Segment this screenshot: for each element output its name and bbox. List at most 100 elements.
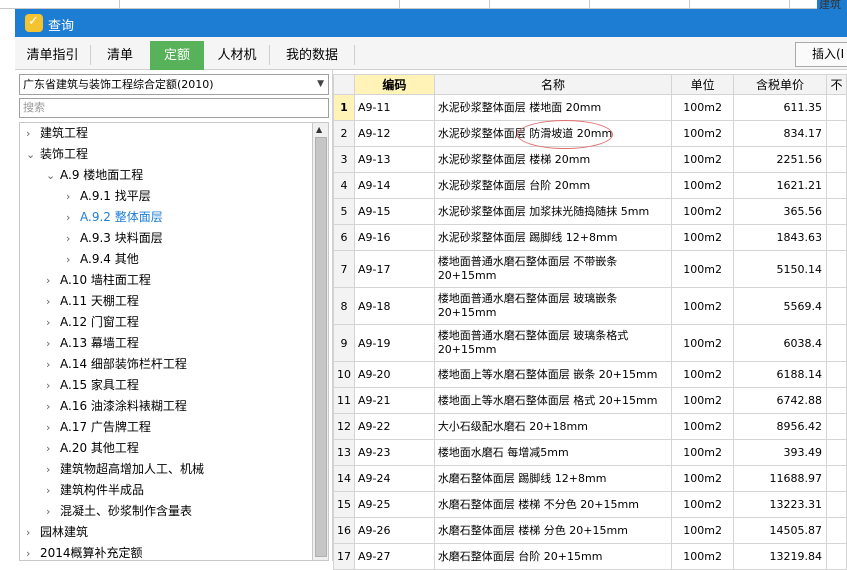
quota-code[interactable]: A9-13: [353, 146, 435, 173]
quota-extra[interactable]: [826, 387, 847, 414]
chevron-right-icon[interactable]: ›: [66, 207, 80, 228]
quota-name[interactable]: 水磨石整体面层 楼梯 分色 20+15mm: [433, 517, 673, 544]
tree-node[interactable]: › A.13 幕墙工程: [46, 333, 139, 354]
quota-extra[interactable]: [826, 120, 847, 147]
quota-price[interactable]: 5569.4: [733, 287, 827, 325]
tree-node[interactable]: › A.9.3 块料面层: [66, 228, 163, 249]
table-row[interactable]: 2 A9-12 水泥砂浆整体面层 防滑坡道 20mm 100m2 834.17: [333, 120, 847, 147]
dropdown-arrow-icon[interactable]: ▼: [317, 75, 324, 94]
quota-name[interactable]: 水泥砂浆整体面层 楼梯 20mm: [433, 146, 673, 173]
chevron-right-icon[interactable]: ›: [66, 186, 80, 207]
quota-price[interactable]: 6038.4: [733, 324, 827, 362]
tree-node[interactable]: › 建筑工程: [26, 123, 88, 144]
tree-node[interactable]: › A.12 门窗工程: [46, 312, 139, 333]
table-row[interactable]: 6 A9-16 水泥砂浆整体面层 踢脚线 12+8mm 100m2 1843.63: [333, 224, 847, 251]
quota-price[interactable]: 6742.88: [733, 387, 827, 414]
chevron-right-icon[interactable]: ›: [46, 459, 60, 480]
quota-extra[interactable]: [826, 146, 847, 173]
quota-name[interactable]: 楼地面上等水磨石整体面层 格式 20+15mm: [433, 387, 673, 414]
chevron-right-icon[interactable]: ›: [46, 480, 60, 501]
col-header-price[interactable]: 含税单价: [733, 74, 827, 95]
tree-node[interactable]: › A.11 天棚工程: [46, 291, 139, 312]
quota-price[interactable]: 2251.56: [733, 146, 827, 173]
chevron-right-icon[interactable]: ›: [26, 522, 40, 543]
table-row[interactable]: 13 A9-23 楼地面水磨石 每增减5mm 100m2 393.49: [333, 439, 847, 466]
quota-code[interactable]: A9-16: [353, 224, 435, 251]
tree-node[interactable]: › 建筑物超高增加人工、机械: [46, 459, 204, 480]
quota-unit[interactable]: 100m2: [671, 224, 735, 251]
quota-unit[interactable]: 100m2: [671, 287, 735, 325]
chevron-down-icon[interactable]: ⌄: [46, 165, 60, 186]
quota-unit[interactable]: 100m2: [671, 146, 735, 173]
tree-node[interactable]: › 建筑构件半成品: [46, 480, 144, 501]
tree-node-selected[interactable]: › A.9.2 整体面层: [66, 207, 163, 228]
quota-price[interactable]: 13223.31: [733, 491, 827, 518]
chevron-right-icon[interactable]: ›: [26, 123, 40, 144]
tree-node[interactable]: › 2014概算补充定额: [26, 543, 143, 560]
quota-code[interactable]: A9-11: [353, 94, 435, 121]
quota-code[interactable]: A9-17: [353, 250, 435, 288]
quota-unit[interactable]: 100m2: [671, 361, 735, 388]
tree-node[interactable]: › A.14 细部装饰栏杆工程: [46, 354, 187, 375]
tab-bill[interactable]: 清单: [91, 41, 149, 70]
quota-unit[interactable]: 100m2: [671, 120, 735, 147]
chevron-right-icon[interactable]: ›: [46, 354, 60, 375]
quota-price[interactable]: 8956.42: [733, 413, 827, 440]
quota-name[interactable]: 水泥砂浆整体面层 台阶 20mm: [433, 172, 673, 199]
table-row[interactable]: 5 A9-15 水泥砂浆整体面层 加浆抹光随捣随抹 5mm 100m2 365.56: [333, 198, 847, 225]
quota-library-select[interactable]: 广东省建筑与装饰工程综合定额(2010) ▼: [19, 74, 329, 95]
tree-node[interactable]: › 园林建筑: [26, 522, 88, 543]
quota-name[interactable]: 楼地面普通水磨石整体面层 玻璃条格式 20+15mm: [433, 324, 673, 362]
search-input[interactable]: 搜索: [19, 98, 329, 118]
tab-bill-guide[interactable]: 清单指引: [15, 41, 90, 70]
quota-price[interactable]: 1843.63: [733, 224, 827, 251]
quota-name[interactable]: 水磨石整体面层 踢脚线 12+8mm: [433, 465, 673, 492]
table-row[interactable]: 4 A9-14 水泥砂浆整体面层 台阶 20mm 100m2 1621.21: [333, 172, 847, 199]
quota-price[interactable]: 834.17: [733, 120, 827, 147]
table-row[interactable]: 1 A9-11 水泥砂浆整体面层 楼地面 20mm 100m2 611.35: [333, 94, 847, 121]
table-row[interactable]: 3 A9-13 水泥砂浆整体面层 楼梯 20mm 100m2 2251.56: [333, 146, 847, 173]
quota-code[interactable]: A9-12: [353, 120, 435, 147]
chevron-right-icon[interactable]: ›: [46, 333, 60, 354]
quota-unit[interactable]: 100m2: [671, 517, 735, 544]
quota-unit[interactable]: 100m2: [671, 172, 735, 199]
quota-extra[interactable]: [826, 413, 847, 440]
chevron-right-icon[interactable]: ›: [66, 228, 80, 249]
quota-price[interactable]: 11688.97: [733, 465, 827, 492]
tree-node[interactable]: › A.10 墙柱面工程: [46, 270, 151, 291]
chevron-right-icon[interactable]: ›: [66, 249, 80, 270]
tree-node[interactable]: › A.16 油漆涂料裱糊工程: [46, 396, 187, 417]
quota-unit[interactable]: 100m2: [671, 250, 735, 288]
quota-extra[interactable]: [826, 94, 847, 121]
quota-code[interactable]: A9-25: [353, 491, 435, 518]
quota-unit[interactable]: 100m2: [671, 413, 735, 440]
tree-node[interactable]: › A.20 其他工程: [46, 438, 139, 459]
quota-name[interactable]: 楼地面普通水磨石整体面层 玻璃嵌条 20+15mm: [433, 287, 673, 325]
quota-name[interactable]: 楼地面普通水磨石整体面层 不带嵌条 20+15mm: [433, 250, 673, 288]
quota-price[interactable]: 6188.14: [733, 361, 827, 388]
chevron-right-icon[interactable]: ›: [46, 312, 60, 333]
quota-code[interactable]: A9-15: [353, 198, 435, 225]
quota-code[interactable]: A9-23: [353, 439, 435, 466]
table-row[interactable]: 8 A9-18 楼地面普通水磨石整体面层 玻璃嵌条 20+15mm 100m2 5569…: [333, 287, 847, 325]
tab-quota[interactable]: 定额: [150, 41, 204, 70]
quota-code[interactable]: A9-19: [353, 324, 435, 362]
tree-node[interactable]: › 混凝土、砂浆制作含量表: [46, 501, 192, 522]
tree-node[interactable]: ⌄ 装饰工程: [26, 144, 88, 165]
quota-code[interactable]: A9-20: [353, 361, 435, 388]
chevron-right-icon[interactable]: ›: [26, 543, 40, 560]
quota-unit[interactable]: 100m2: [671, 491, 735, 518]
quota-code[interactable]: A9-14: [353, 172, 435, 199]
quota-name[interactable]: 水磨石整体面层 楼梯 不分色 20+15mm: [433, 491, 673, 518]
quota-unit[interactable]: 100m2: [671, 465, 735, 492]
quota-name[interactable]: 楼地面上等水磨石整体面层 嵌条 20+15mm: [433, 361, 673, 388]
quota-code[interactable]: A9-24: [353, 465, 435, 492]
quota-name[interactable]: 水磨石整体面层 台阶 20+15mm: [433, 543, 673, 570]
quota-extra[interactable]: [826, 324, 847, 362]
quota-code[interactable]: A9-18: [353, 287, 435, 325]
insert-button[interactable]: 插入(I: [795, 42, 847, 67]
tree-node[interactable]: › A.9.1 找平层: [66, 186, 151, 207]
quota-code[interactable]: A9-27: [353, 543, 435, 570]
chevron-right-icon[interactable]: ›: [46, 417, 60, 438]
quota-name[interactable]: 水泥砂浆整体面层 踢脚线 12+8mm: [433, 224, 673, 251]
